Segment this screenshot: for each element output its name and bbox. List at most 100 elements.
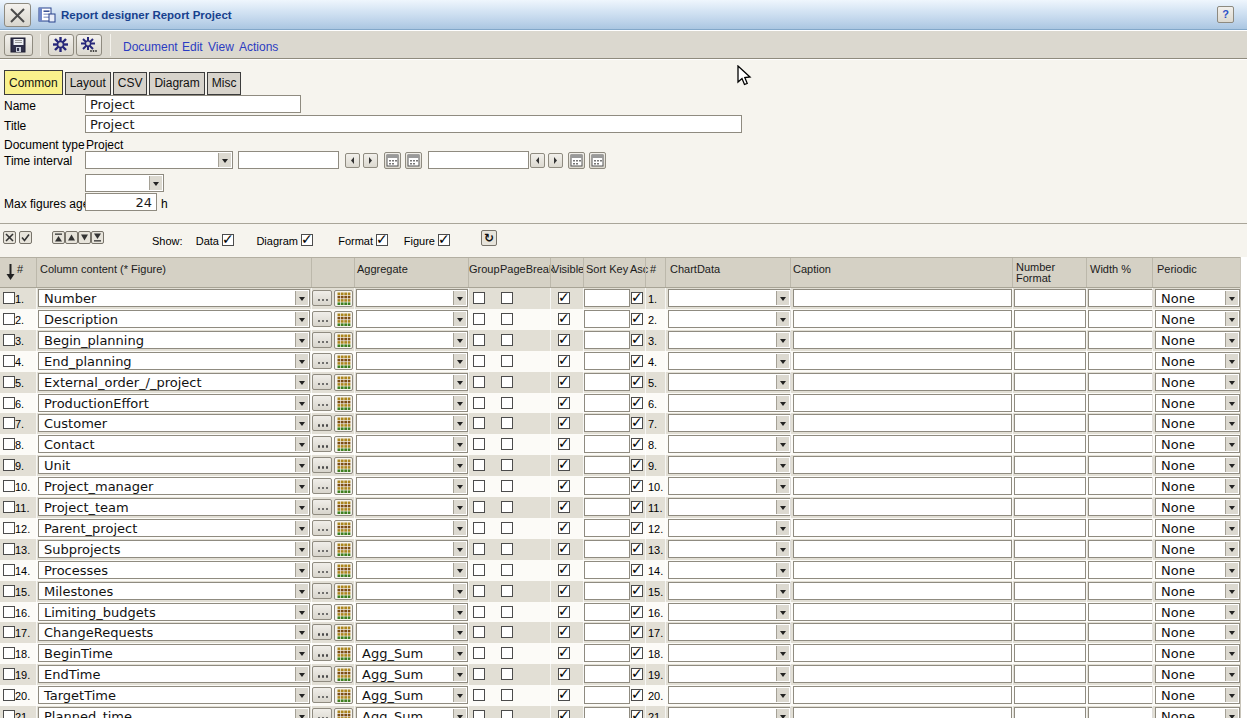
width-percent-input[interactable] bbox=[1088, 373, 1153, 391]
width-percent-input[interactable] bbox=[1088, 665, 1153, 683]
row-select-checkbox[interactable] bbox=[3, 626, 15, 638]
row-select-checkbox[interactable] bbox=[3, 417, 15, 429]
group-checkbox[interactable] bbox=[473, 543, 485, 555]
sort-key-input[interactable] bbox=[584, 498, 630, 516]
pagebreak-checkbox[interactable] bbox=[501, 417, 513, 429]
ellipsis-button[interactable] bbox=[312, 562, 332, 578]
number-format-input[interactable] bbox=[1014, 352, 1086, 370]
periodic-dropdown[interactable]: None bbox=[1155, 582, 1240, 600]
width-percent-input[interactable] bbox=[1088, 289, 1153, 307]
width-percent-input[interactable] bbox=[1088, 498, 1153, 516]
visible-checkbox[interactable] bbox=[558, 606, 570, 618]
column-content-dropdown[interactable]: TargetTime bbox=[38, 686, 310, 704]
group-checkbox[interactable] bbox=[473, 689, 485, 701]
header-width[interactable]: Width % bbox=[1090, 263, 1131, 275]
time-to-input[interactable] bbox=[428, 151, 529, 169]
width-percent-input[interactable] bbox=[1088, 519, 1153, 537]
column-content-dropdown[interactable]: BeginTime bbox=[38, 644, 310, 662]
header-hash[interactable]: # bbox=[17, 263, 23, 275]
width-percent-input[interactable] bbox=[1088, 686, 1153, 704]
group-checkbox[interactable] bbox=[473, 417, 485, 429]
pagebreak-checkbox[interactable] bbox=[501, 355, 513, 367]
caption-input[interactable] bbox=[793, 540, 1012, 558]
group-checkbox[interactable] bbox=[473, 459, 485, 471]
aggregate-dropdown[interactable] bbox=[356, 435, 468, 453]
periodic-dropdown[interactable]: None bbox=[1155, 352, 1240, 370]
row-select-checkbox[interactable] bbox=[3, 689, 15, 701]
row-select-checkbox[interactable] bbox=[3, 647, 15, 659]
asc-checkbox[interactable] bbox=[631, 710, 643, 718]
pagebreak-checkbox[interactable] bbox=[501, 543, 513, 555]
caption-input[interactable] bbox=[793, 310, 1012, 328]
caption-input[interactable] bbox=[793, 623, 1012, 641]
aggregate-dropdown[interactable] bbox=[356, 519, 468, 537]
asc-checkbox[interactable] bbox=[631, 647, 643, 659]
aggregate-dropdown[interactable]: Agg_Sum bbox=[356, 686, 468, 704]
aggregate-dropdown[interactable]: Agg_Sum bbox=[356, 665, 468, 683]
ellipsis-button[interactable] bbox=[312, 645, 332, 661]
aggregate-dropdown[interactable] bbox=[356, 456, 468, 474]
sort-key-input[interactable] bbox=[584, 519, 630, 537]
group-checkbox[interactable] bbox=[473, 397, 485, 409]
aggregate-dropdown[interactable] bbox=[356, 561, 468, 579]
number-format-input[interactable] bbox=[1014, 561, 1086, 579]
aggregate-dropdown[interactable] bbox=[356, 414, 468, 432]
number-format-input[interactable] bbox=[1014, 603, 1086, 621]
save-button[interactable] bbox=[4, 34, 33, 56]
pagebreak-checkbox[interactable] bbox=[501, 501, 513, 513]
width-percent-input[interactable] bbox=[1088, 414, 1153, 432]
caption-input[interactable] bbox=[793, 435, 1012, 453]
width-percent-input[interactable] bbox=[1088, 540, 1153, 558]
periodic-dropdown[interactable]: None bbox=[1155, 456, 1240, 474]
periodic-dropdown[interactable]: None bbox=[1155, 498, 1240, 516]
row-select-checkbox[interactable] bbox=[3, 313, 15, 325]
width-percent-input[interactable] bbox=[1088, 394, 1153, 412]
pagebreak-checkbox[interactable] bbox=[501, 438, 513, 450]
visible-checkbox[interactable] bbox=[558, 292, 570, 304]
column-content-dropdown[interactable]: Project_manager bbox=[38, 477, 310, 495]
width-percent-input[interactable] bbox=[1088, 435, 1153, 453]
figure-grid-button[interactable] bbox=[334, 499, 353, 516]
row-select-checkbox[interactable] bbox=[3, 480, 15, 492]
time-from-input[interactable] bbox=[238, 151, 339, 169]
width-percent-input[interactable] bbox=[1088, 707, 1153, 718]
ellipsis-button[interactable] bbox=[312, 624, 332, 640]
visible-checkbox[interactable] bbox=[558, 355, 570, 367]
figure-grid-button[interactable] bbox=[334, 687, 353, 704]
number-format-input[interactable] bbox=[1014, 498, 1086, 516]
pagebreak-checkbox[interactable] bbox=[501, 397, 513, 409]
chartdata-dropdown[interactable] bbox=[668, 331, 791, 349]
tab-common[interactable]: Common bbox=[4, 70, 63, 95]
column-content-dropdown[interactable]: Customer bbox=[38, 414, 310, 432]
group-checkbox[interactable] bbox=[473, 355, 485, 367]
ellipsis-button[interactable] bbox=[312, 374, 332, 390]
ellipsis-button[interactable] bbox=[312, 499, 332, 515]
chartdata-dropdown[interactable] bbox=[668, 623, 791, 641]
figure-grid-button[interactable] bbox=[334, 478, 353, 495]
sort-key-input[interactable] bbox=[584, 394, 630, 412]
run-report-button[interactable] bbox=[48, 34, 74, 56]
row-select-checkbox[interactable] bbox=[3, 543, 15, 555]
ellipsis-button[interactable] bbox=[312, 353, 332, 369]
asc-checkbox[interactable] bbox=[631, 334, 643, 346]
periodic-dropdown[interactable]: None bbox=[1155, 561, 1240, 579]
column-content-dropdown[interactable]: Subprojects bbox=[38, 540, 310, 558]
group-checkbox[interactable] bbox=[473, 710, 485, 718]
tab-csv[interactable]: CSV bbox=[113, 72, 148, 95]
ellipsis-button[interactable] bbox=[312, 415, 332, 431]
aggregate-dropdown[interactable] bbox=[356, 603, 468, 621]
periodic-dropdown[interactable]: None bbox=[1155, 686, 1240, 704]
figure-grid-button[interactable] bbox=[334, 311, 353, 328]
sort-key-input[interactable] bbox=[584, 310, 630, 328]
asc-checkbox[interactable] bbox=[631, 459, 643, 471]
caption-input[interactable] bbox=[793, 519, 1012, 537]
periodic-dropdown[interactable]: None bbox=[1155, 623, 1240, 641]
visible-checkbox[interactable] bbox=[558, 313, 570, 325]
column-content-dropdown[interactable]: Unit bbox=[38, 456, 310, 474]
chartdata-dropdown[interactable] bbox=[668, 519, 791, 537]
deselect-all-button[interactable] bbox=[3, 231, 16, 244]
row-select-checkbox[interactable] bbox=[3, 606, 15, 618]
asc-checkbox[interactable] bbox=[631, 626, 643, 638]
ellipsis-button[interactable] bbox=[312, 708, 332, 718]
help-button[interactable]: ? bbox=[1217, 6, 1234, 23]
